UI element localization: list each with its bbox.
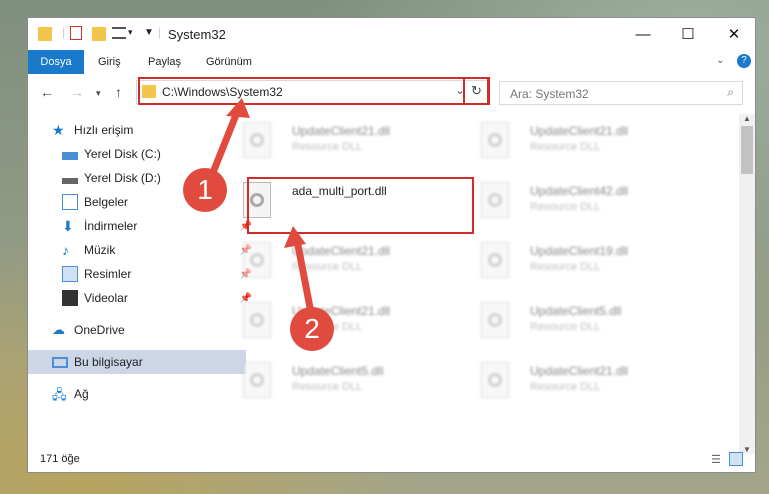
annotation-arrows (206, 98, 316, 322)
step-2-badge: 2 (290, 307, 334, 351)
arrow-1-head (226, 98, 250, 118)
arrow-2-head (284, 226, 306, 248)
step-1-badge: 1 (183, 168, 227, 212)
